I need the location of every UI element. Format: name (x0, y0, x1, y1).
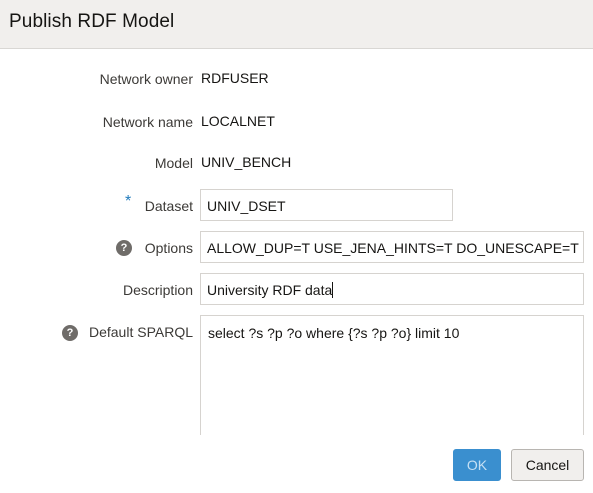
description-input-value: University RDF data (207, 282, 334, 298)
model-label: Model (154, 155, 193, 171)
dataset-input[interactable]: UNIV_DSET (200, 189, 453, 221)
text-caret (332, 282, 334, 298)
dataset-input-value: UNIV_DSET (207, 198, 286, 214)
description-text: University RDF data (207, 282, 333, 298)
default-sparql-label: Default SPARQL (88, 324, 193, 340)
dialog-header: Publish RDF Model (0, 0, 593, 49)
dataset-label: Dataset (144, 198, 193, 214)
cancel-button[interactable]: Cancel (511, 449, 584, 481)
options-input-value: ALLOW_DUP=T USE_JENA_HINTS=T DO_UNESCAPE… (207, 240, 579, 256)
description-input[interactable]: University RDF data (200, 273, 584, 305)
default-sparql-value: select ?s ?p ?o where {?s ?p ?o} limit 1… (208, 325, 460, 341)
default-sparql-textarea[interactable]: select ?s ?p ?o where {?s ?p ?o} limit 1… (200, 315, 584, 435)
dialog-title: Publish RDF Model (9, 11, 175, 32)
ok-button[interactable]: OK (453, 449, 501, 481)
options-label: Options (144, 240, 193, 256)
network-owner-value: RDFUSER (201, 70, 269, 86)
network-owner-label: Network owner (99, 71, 193, 87)
network-name-label: Network name (102, 114, 193, 130)
network-name-value: LOCALNET (201, 113, 275, 129)
publish-rdf-model-dialog: Publish RDF Model Network owner RDFUSER … (0, 0, 593, 493)
description-label: Description (122, 282, 193, 298)
options-input[interactable]: ALLOW_DUP=T USE_JENA_HINTS=T DO_UNESCAPE… (200, 231, 584, 263)
model-value: UNIV_BENCH (201, 154, 292, 170)
